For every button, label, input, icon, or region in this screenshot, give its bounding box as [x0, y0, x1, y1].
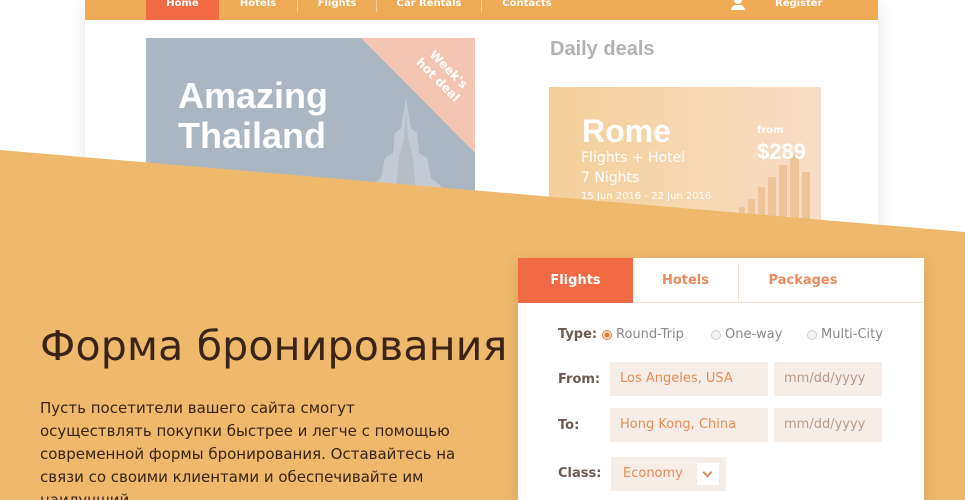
radio-one-way-label: One-way: [725, 327, 783, 342]
class-label: Class:: [558, 466, 602, 481]
radio-checked-icon: [602, 330, 612, 340]
from-city-input[interactable]: Los Angeles, USA: [610, 362, 768, 396]
page-description: Пусть посетители вашего сайта смогут осу…: [40, 399, 456, 500]
tab-flights[interactable]: Flights: [518, 258, 633, 303]
page-title: Форма бронирования: [40, 322, 508, 370]
to-date-input[interactable]: mm/dd/yyyy: [774, 408, 882, 442]
from-label: From:: [558, 372, 601, 387]
tab-hotels[interactable]: Hotels: [633, 258, 738, 303]
chevron-down-icon[interactable]: [697, 463, 719, 485]
to-city-input[interactable]: Hong Kong, China: [610, 408, 768, 442]
booking-form: Flights Hotels Packages Type: Round-Trip…: [518, 258, 924, 500]
type-label: Type:: [558, 327, 598, 342]
tab-packages[interactable]: Packages: [739, 258, 867, 303]
booking-tabs: Flights Hotels Packages: [518, 258, 924, 303]
radio-unchecked-icon: [711, 330, 721, 340]
from-date-input[interactable]: mm/dd/yyyy: [774, 362, 882, 396]
radio-unchecked-icon: [807, 330, 817, 340]
radio-round-trip-label: Round-Trip: [616, 327, 684, 342]
class-select[interactable]: Economy: [611, 457, 726, 491]
class-select-value: Economy: [623, 466, 683, 481]
to-label: To:: [558, 418, 580, 433]
radio-multi-city-label: Multi-City: [821, 327, 883, 342]
